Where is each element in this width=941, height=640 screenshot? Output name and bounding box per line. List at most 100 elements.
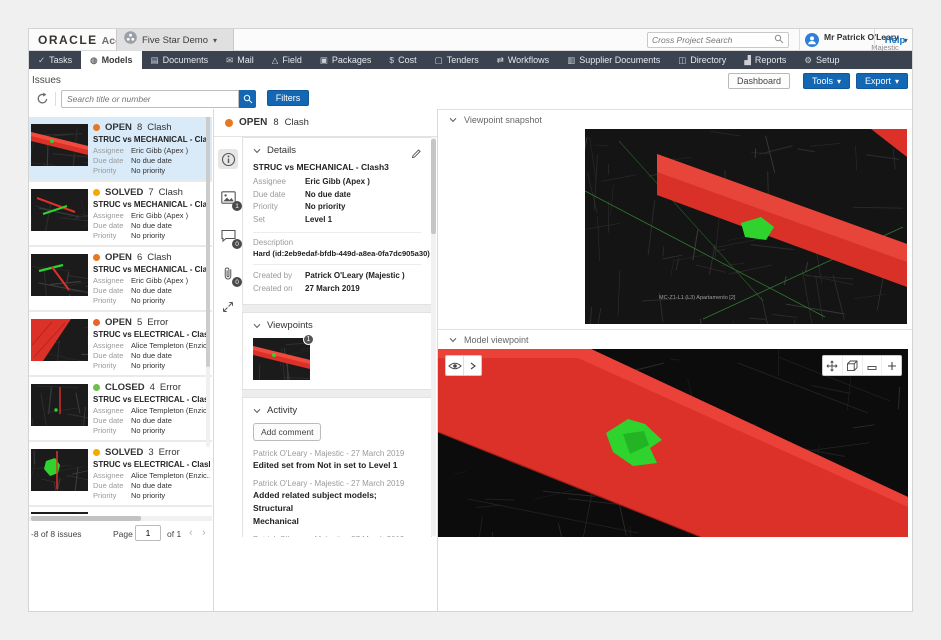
tab-models[interactable]: ◍Models <box>81 51 141 69</box>
activity-entry: Patrick O'Leary - Majestic - 27 March 20… <box>253 479 421 527</box>
markup-icon[interactable] <box>218 297 238 317</box>
created-by-label: Created by <box>253 270 305 283</box>
search-button[interactable] <box>239 90 256 108</box>
issue-card[interactable]: OPEN8ClashSTRUC vs MECHANICAL - Clash3As… <box>29 117 212 180</box>
pan-icon[interactable] <box>823 356 842 375</box>
tab-setup[interactable]: ⚙Setup <box>795 51 848 69</box>
issue-number: 8 <box>137 122 142 133</box>
export-button[interactable]: Export▾ <box>856 73 908 89</box>
viewpoint-snapshot-header: Viewpoint snapshot <box>438 110 912 130</box>
edit-icon[interactable] <box>411 146 422 164</box>
chevron-down-icon[interactable] <box>253 323 261 329</box>
activity-entry: Patrick O'Leary - Majestic - 27 March 20… <box>253 535 421 537</box>
chevron-down-icon[interactable] <box>449 337 457 343</box>
chevron-down-icon[interactable] <box>449 117 457 123</box>
issues-list-scrollbar[interactable] <box>206 117 210 447</box>
tools-button[interactable]: Tools▾ <box>803 73 850 89</box>
details-icon-rail: 1 0 0 <box>214 137 242 611</box>
model-viewpoint-header: Model viewpoint <box>438 329 912 349</box>
issues-list-hscrollbar[interactable] <box>29 516 212 521</box>
description-label: Description <box>253 238 421 247</box>
tab-documents[interactable]: ▤Documents <box>142 51 218 69</box>
comments-icon[interactable]: 0 <box>218 225 238 245</box>
tab-supplier-documents[interactable]: ▥Supplier Documents <box>558 51 669 69</box>
details-scrollbar[interactable] <box>431 137 436 536</box>
issue-title: STRUC vs MECHANICAL - Clash3 <box>253 162 421 172</box>
chevron-down-icon[interactable] <box>253 148 261 154</box>
activity-section-title: Activity <box>267 405 297 416</box>
tab-cost[interactable]: $Cost <box>380 51 425 69</box>
created-on-value: 27 March 2019 <box>305 283 360 296</box>
status-dot <box>93 449 100 456</box>
expand-chevron-right-icon[interactable] <box>463 356 481 375</box>
issue-title: STRUC vs ELECTRICAL - Clash4 <box>93 330 210 339</box>
tab-workflows[interactable]: ⇄Workflows <box>488 51 558 69</box>
previous-page-icon[interactable]: ‹ <box>189 527 193 539</box>
help-link[interactable]: Help <box>874 29 913 51</box>
status-dot <box>93 124 100 131</box>
models-icon: ◍ <box>90 55 97 66</box>
issues-count: -8 of 8 issues <box>31 529 82 539</box>
count-badge: 1 <box>232 201 242 211</box>
activity-meta: Patrick O'Leary - Majestic - 27 March 20… <box>253 449 421 458</box>
tab-directory[interactable]: ◫Directory <box>669 51 735 69</box>
section-cube-icon[interactable] <box>842 356 862 375</box>
pagination: -8 of 8 issues Page of 1 ‹ › <box>29 525 212 543</box>
issue-details-panel: OPEN 8 Clash 1 0 0 Details STRUC vs MECHAN… <box>214 109 438 611</box>
issue-title: STRUC vs ELECTRICAL - Clash3 <box>93 395 210 404</box>
attachments-icon[interactable]: 0 <box>218 263 238 283</box>
tab-packages[interactable]: ▣Packages <box>311 51 381 69</box>
minimize-bar-icon[interactable] <box>862 356 882 375</box>
tab-tenders[interactable]: ▢Tenders <box>426 51 488 69</box>
project-selector[interactable]: Five Star Demo ▾ <box>116 29 234 51</box>
next-page-icon[interactable]: › <box>202 527 206 539</box>
chevron-down-icon[interactable] <box>253 408 261 414</box>
issue-title: STRUC vs MECHANICAL - Clash1 <box>93 265 210 274</box>
issue-card[interactable]: OPEN5ErrorSTRUC vs ELECTRICAL - Clash4As… <box>29 312 212 375</box>
toolbar: Issues Dashboard Tools▾ Export▾ Filters <box>29 69 912 109</box>
zoom-in-icon[interactable] <box>881 356 901 375</box>
created-by-value: Patrick O'Leary (Majestic ) <box>305 270 405 283</box>
status-label: SOLVED <box>105 187 143 198</box>
issue-search-input[interactable] <box>62 94 238 104</box>
issue-card[interactable]: SOLVED3ErrorSTRUC vs ELECTRICAL - Clash2… <box>29 442 212 505</box>
supplier-icon: ▥ <box>567 55 575 66</box>
viewpoint-thumbnail[interactable]: 1 <box>253 338 310 380</box>
issue-card[interactable]: SOLVED7ClashSTRUC vs MECHANICAL - Clash2… <box>29 182 212 245</box>
issue-details-header: OPEN 8 Clash <box>214 109 437 137</box>
info-icon[interactable] <box>218 149 238 169</box>
visibility-eye-icon[interactable] <box>446 356 463 375</box>
issue-card[interactable]: CLOSED4ErrorSTRUC vs ELECTRICAL - Clash3… <box>29 377 212 440</box>
page-number-input[interactable] <box>135 525 161 541</box>
cross-project-search[interactable] <box>647 32 789 48</box>
viewpoints-icon[interactable]: 1 <box>218 187 238 207</box>
cross-project-search-input[interactable] <box>648 35 774 45</box>
issue-type: Clash <box>147 252 171 263</box>
chevron-down-icon: ▾ <box>895 77 899 86</box>
filters-button[interactable]: Filters <box>267 90 309 106</box>
mail-icon: ✉ <box>226 55 233 66</box>
add-comment-button[interactable]: Add comment <box>253 423 321 441</box>
reports-icon: ▟ <box>744 55 751 66</box>
details-card: Details STRUC vs MECHANICAL - Clash3 Ass… <box>242 137 432 305</box>
tab-mail[interactable]: ✉Mail <box>217 51 263 69</box>
issue-card[interactable]: OPEN6ClashSTRUC vs MECHANICAL - Clash1As… <box>29 247 212 310</box>
search-icon[interactable] <box>774 31 788 49</box>
issue-type: Error <box>159 447 180 458</box>
issue-card-partial[interactable] <box>29 507 212 514</box>
activity-list: Patrick O'Leary - Majestic - 27 March 20… <box>253 449 421 537</box>
dashboard-button[interactable]: Dashboard <box>728 73 790 89</box>
tab-reports[interactable]: ▟Reports <box>735 51 795 69</box>
issue-thumbnail <box>31 512 88 514</box>
status-label: OPEN <box>105 317 132 328</box>
workflows-icon: ⇄ <box>497 55 504 66</box>
documents-icon: ▤ <box>151 55 159 66</box>
tab-tasks[interactable]: ✓Tasks <box>29 51 81 69</box>
tab-field[interactable]: △Field <box>263 51 311 69</box>
refresh-icon[interactable] <box>36 92 50 106</box>
set-value: Level 1 <box>305 214 332 227</box>
chevron-down-icon: ▾ <box>213 36 217 45</box>
model-viewpoint-canvas[interactable] <box>438 349 908 537</box>
page-label: Page <box>113 529 133 539</box>
issue-search-box[interactable] <box>61 90 239 108</box>
